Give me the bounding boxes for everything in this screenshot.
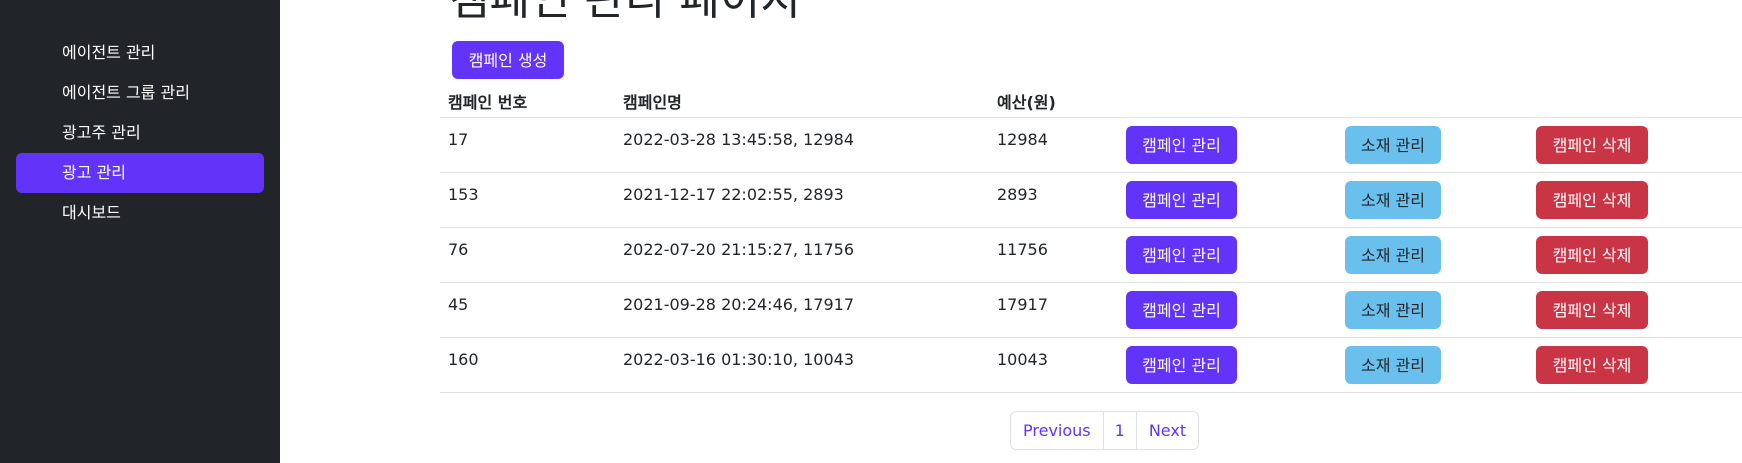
column-header-campaign-name: 캠페인명	[623, 93, 682, 112]
table-row: 160 2022-03-16 01:30:10, 10043 10043 캠페인…	[440, 338, 1742, 393]
manage-material-button[interactable]: 소재 관리	[1345, 126, 1441, 164]
sidebar-item-agent-management[interactable]: 에이전트 관리	[16, 33, 264, 73]
sidebar-item-ad-management[interactable]: 광고 관리	[16, 153, 264, 193]
table-row: 45 2021-09-28 20:24:46, 17917 17917 캠페인 …	[440, 283, 1742, 338]
sidebar-item-label: 에이전트 그룹 관리	[62, 83, 190, 102]
campaign-number-cell: 17	[448, 130, 469, 149]
column-header-budget: 예산(원)	[997, 93, 1056, 112]
column-header-campaign-number: 캠페인 번호	[448, 93, 528, 112]
sidebar-item-advertiser-management[interactable]: 광고주 관리	[16, 113, 264, 153]
sidebar: 에이전트 관리 에이전트 그룹 관리 광고주 관리 광고 관리 대시보드	[0, 0, 280, 463]
campaign-number-cell: 153	[448, 185, 479, 204]
campaign-name-cell: 2022-03-28 13:45:58, 12984	[623, 130, 854, 149]
budget-cell: 2893	[997, 185, 1038, 204]
sidebar-item-label: 에이전트 관리	[62, 43, 156, 62]
manage-campaign-button[interactable]: 캠페인 관리	[1126, 126, 1237, 164]
budget-cell: 11756	[997, 240, 1048, 259]
table-header: 캠페인 번호 캠페인명 예산(원)	[440, 80, 1742, 118]
manage-campaign-button[interactable]: 캠페인 관리	[1126, 236, 1237, 274]
delete-campaign-button[interactable]: 캠페인 삭제	[1536, 291, 1648, 329]
sidebar-item-agent-group-management[interactable]: 에이전트 그룹 관리	[16, 73, 264, 113]
campaign-name-cell: 2021-12-17 22:02:55, 2893	[623, 185, 844, 204]
page-title: 캠페인 관리 페이지	[449, 0, 801, 28]
delete-campaign-button[interactable]: 캠페인 삭제	[1536, 126, 1648, 164]
create-campaign-button[interactable]: 캠페인 생성	[452, 41, 564, 79]
delete-campaign-button[interactable]: 캠페인 삭제	[1536, 236, 1648, 274]
sidebar-item-label: 광고 관리	[62, 163, 126, 182]
campaign-name-cell: 2022-07-20 21:15:27, 11756	[623, 240, 854, 259]
pagination: Previous 1 Next	[1010, 411, 1200, 450]
pagination-page-1-link[interactable]: 1	[1102, 412, 1136, 449]
manage-material-button[interactable]: 소재 관리	[1345, 236, 1441, 274]
delete-campaign-button[interactable]: 캠페인 삭제	[1536, 181, 1648, 219]
table-row: 76 2022-07-20 21:15:27, 11756 11756 캠페인 …	[440, 228, 1742, 283]
table-row: 17 2022-03-28 13:45:58, 12984 12984 캠페인 …	[440, 118, 1742, 173]
pagination-next-link[interactable]: Next	[1135, 412, 1198, 449]
manage-material-button[interactable]: 소재 관리	[1345, 181, 1441, 219]
delete-campaign-button[interactable]: 캠페인 삭제	[1536, 346, 1648, 384]
campaign-table: 캠페인 번호 캠페인명 예산(원) 17 2022-03-28 13:45:58…	[440, 80, 1742, 393]
budget-cell: 17917	[997, 295, 1048, 314]
sidebar-item-dashboard[interactable]: 대시보드	[16, 193, 264, 233]
pagination-previous-link[interactable]: Previous	[1011, 412, 1103, 449]
sidebar-item-label: 대시보드	[62, 203, 121, 222]
manage-campaign-button[interactable]: 캠페인 관리	[1126, 291, 1237, 329]
campaign-number-cell: 160	[448, 350, 479, 369]
campaign-name-cell: 2022-03-16 01:30:10, 10043	[623, 350, 854, 369]
manage-campaign-button[interactable]: 캠페인 관리	[1126, 346, 1237, 384]
table-row: 153 2021-12-17 22:02:55, 2893 2893 캠페인 관…	[440, 173, 1742, 228]
campaign-number-cell: 45	[448, 295, 469, 314]
budget-cell: 12984	[997, 130, 1048, 149]
campaign-number-cell: 76	[448, 240, 469, 259]
manage-material-button[interactable]: 소재 관리	[1345, 346, 1441, 384]
campaign-name-cell: 2021-09-28 20:24:46, 17917	[623, 295, 854, 314]
manage-material-button[interactable]: 소재 관리	[1345, 291, 1441, 329]
sidebar-item-label: 광고주 관리	[62, 123, 141, 142]
manage-campaign-button[interactable]: 캠페인 관리	[1126, 181, 1237, 219]
budget-cell: 10043	[997, 350, 1048, 369]
